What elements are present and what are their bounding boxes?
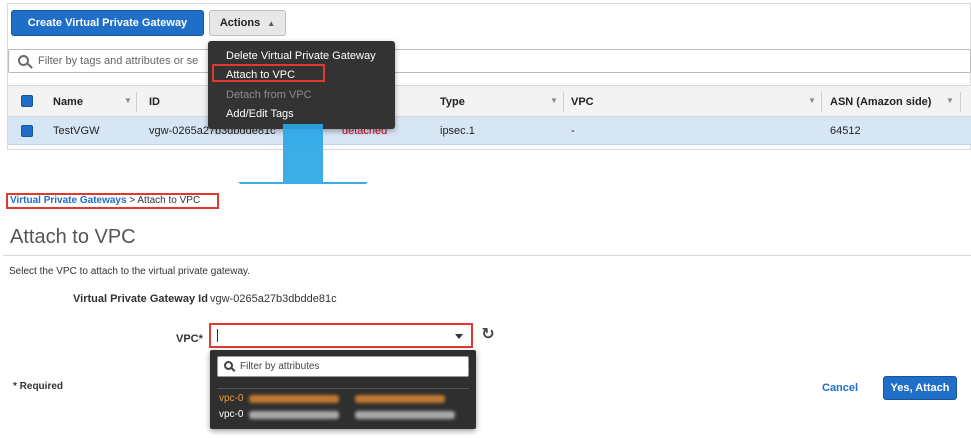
required-note: * Required — [13, 381, 64, 392]
form-description: Select the VPC to attach to the virtual … — [9, 266, 251, 277]
select-all-checkbox[interactable] — [21, 95, 33, 107]
redacted-text — [249, 395, 339, 403]
actions-button[interactable]: Actions ▲ — [209, 10, 286, 36]
vpc-dropdown-list: Filter by attributes vpc-0 vpc-0 — [210, 350, 476, 429]
page-title: Attach to VPC — [10, 226, 136, 248]
col-header-asn[interactable]: ASN (Amazon side) — [830, 96, 931, 108]
breadcrumb: Virtual Private Gateways > Attach to VPC — [10, 195, 200, 206]
sort-icon[interactable]: ▼ — [550, 96, 558, 105]
title-divider — [3, 255, 971, 256]
actions-label: Actions — [219, 17, 261, 29]
create-vgw-button[interactable]: Create Virtual Private Gateway — [11, 10, 204, 36]
search-icon — [224, 361, 233, 370]
sort-icon[interactable]: ▼ — [946, 96, 954, 105]
row-checkbox[interactable] — [21, 125, 33, 137]
col-header-type[interactable]: Type — [440, 96, 465, 108]
table-header: Name ▼ ID Type ▼ VPC ▼ ASN (Amazon side)… — [8, 85, 971, 117]
cell-name: TestVGW — [53, 125, 100, 137]
redacted-text — [249, 411, 339, 419]
sort-icon[interactable]: ▼ — [124, 96, 132, 105]
chevron-up-icon: ▲ — [267, 18, 276, 28]
vpc-option-1[interactable]: vpc-0 — [219, 393, 243, 404]
column-divider — [136, 92, 137, 112]
col-header-name[interactable]: Name — [53, 96, 83, 108]
vpc-select[interactable] — [209, 323, 473, 348]
cell-vpc: - — [571, 125, 575, 137]
vpc-filter-placeholder: Filter by attributes — [240, 361, 320, 372]
dropdown-divider — [217, 388, 469, 389]
menu-item-detach-from-vpc: Detach from VPC — [226, 89, 312, 101]
menu-item-attach-to-vpc[interactable]: Attach to VPC — [226, 69, 295, 81]
vgw-id-label: Virtual Private Gateway Id — [73, 293, 208, 305]
redacted-text — [355, 411, 455, 419]
chevron-down-icon[interactable] — [455, 334, 463, 339]
breadcrumb-link-vgws[interactable]: Virtual Private Gateways — [10, 195, 127, 206]
menu-item-edit-tags[interactable]: Add/Edit Tags — [226, 108, 294, 120]
col-header-vpc[interactable]: VPC — [571, 96, 594, 108]
col-header-id[interactable]: ID — [149, 96, 160, 108]
table-row[interactable]: TestVGW vgw-0265a27b3dbdde81c detached i… — [8, 117, 971, 145]
menu-item-delete-vgw[interactable]: Delete Virtual Private Gateway — [226, 50, 376, 62]
actions-menu: Delete Virtual Private Gateway Attach to… — [208, 41, 395, 129]
filter-placeholder: Filter by tags and attributes or se — [38, 55, 199, 67]
cancel-button[interactable]: Cancel — [822, 382, 858, 394]
redacted-text — [355, 395, 445, 403]
cell-type: ipsec.1 — [440, 125, 475, 137]
column-divider — [821, 92, 822, 112]
refresh-icon[interactable]: ↻ — [479, 326, 497, 344]
attach-form-panel — [3, 184, 971, 438]
vgw-id-value: vgw-0265a27b3dbdde81c — [210, 293, 337, 305]
sort-icon[interactable]: ▼ — [808, 96, 816, 105]
vpc-label: VPC* — [176, 333, 203, 345]
vpc-option-2[interactable]: vpc-0 — [219, 409, 243, 420]
column-divider — [960, 92, 961, 112]
yes-attach-button[interactable]: Yes, Attach — [883, 376, 957, 400]
search-icon — [18, 55, 29, 66]
column-divider — [563, 92, 564, 112]
vpc-filter-input[interactable]: Filter by attributes — [217, 356, 469, 377]
cell-asn: 64512 — [830, 125, 861, 137]
breadcrumb-current: > Attach to VPC — [126, 195, 201, 206]
text-cursor — [217, 329, 218, 342]
filter-input[interactable]: Filter by tags and attributes or se — [8, 49, 971, 73]
